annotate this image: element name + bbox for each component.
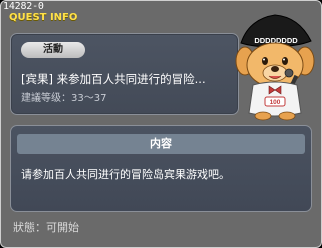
quest-title: [宾果] 来参加百人共同进行的冒险... [21, 72, 206, 86]
name-tag: 100 [270, 99, 281, 106]
dog-npc-icon: DDDDDDDD 100 [235, 14, 315, 121]
window-title: QUEST INFO [9, 12, 78, 23]
recommended-level: 建議等级：33～37 [21, 93, 107, 104]
quest-status: 狀態：可開始 [13, 221, 79, 234]
detail-header: 内容 [17, 134, 305, 154]
activity-badge: 活動 [21, 42, 85, 58]
quest-summary-card: 活動 [宾果] 来参加百人共同进行的冒险... 建議等级：33～37 [10, 33, 239, 115]
quest-info-window: 14282-0 QUEST INFO 活動 [宾果] 来参加百人共同进行的冒险.… [0, 0, 322, 248]
detail-description: 请参加百人共同进行的冒险岛宾果游戏吧。 [21, 168, 230, 181]
quest-detail-panel: 内容 请参加百人共同进行的冒险岛宾果游戏吧。 [10, 125, 312, 212]
